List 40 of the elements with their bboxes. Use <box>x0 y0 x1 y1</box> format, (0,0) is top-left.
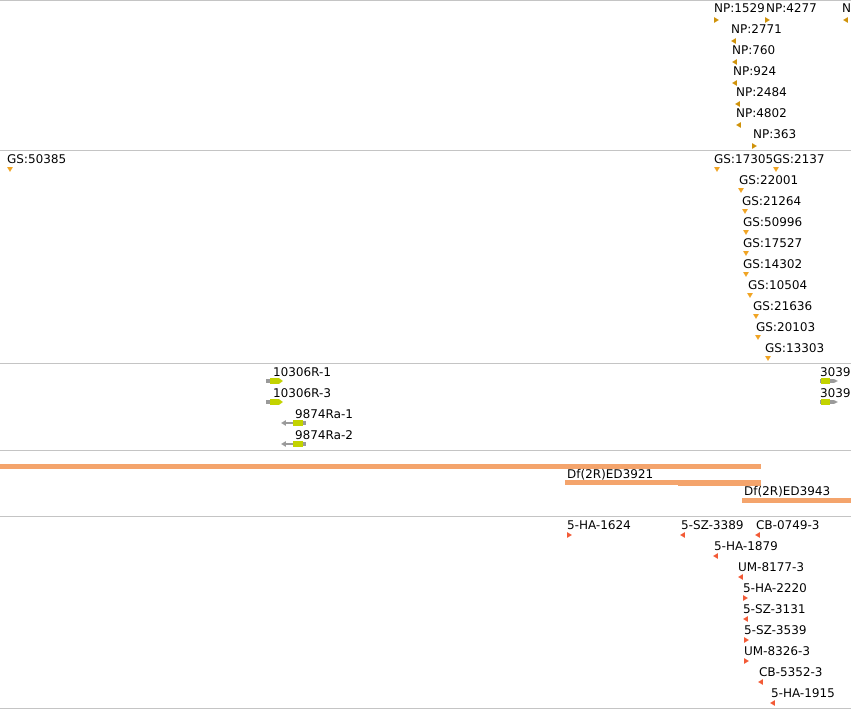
marker-label: NP:4277 <box>766 2 817 14</box>
marker-label: GS:50996 <box>743 216 802 228</box>
marker-label: UM-8326-3 <box>744 645 810 657</box>
marker-label: GS:22001 <box>739 174 798 186</box>
marker-label: CB-0749-3 <box>756 519 820 531</box>
marker-label: GS:17527 <box>743 237 802 249</box>
marker-label: 5-SZ-3539 <box>744 624 806 636</box>
marker-label: GS:10504 <box>748 279 808 291</box>
marker-label: 5-HA-1879 <box>714 540 778 552</box>
marker-label: GS:2137 <box>773 153 824 165</box>
marker-label: N <box>842 2 851 14</box>
marker-label: NP:2771 <box>731 23 782 35</box>
marker-label: NP:1529 <box>714 2 765 14</box>
marker-label: 5-SZ-3389 <box>681 519 744 531</box>
marker-label: GS:20103 <box>756 321 816 333</box>
amplicon-label: 9874Ra-1 <box>295 408 353 420</box>
marker-label: NP:924 <box>733 65 776 77</box>
amplicon-label: 3039 <box>820 366 851 378</box>
amplicon-label: 9874Ra-2 <box>295 429 353 441</box>
marker-label: GS:21636 <box>753 300 812 312</box>
marker-label: GS:14302 <box>743 258 802 270</box>
marker-label: NP:760 <box>732 44 776 56</box>
deletion-label: Df(2R)ED3943 <box>744 486 830 497</box>
marker-label: CB-5352-3 <box>759 666 822 678</box>
amplicon-label: 3039 <box>820 387 851 399</box>
marker-label: GS:17305 <box>714 153 774 165</box>
marker-label: GS:13303 <box>765 342 824 354</box>
marker-label: 5-HA-1915 <box>771 687 835 699</box>
amplicon-label: 10306R-3 <box>273 387 331 399</box>
amplicon-label: 10306R-1 <box>273 366 331 378</box>
deletion-label: Df(2R)ED3921 <box>567 469 654 480</box>
marker-label: NP:2484 <box>736 86 787 98</box>
marker-label: UM-8177-3 <box>738 561 804 573</box>
marker-label: GS:21264 <box>742 195 802 207</box>
marker-label: 5-HA-2220 <box>743 582 807 594</box>
marker-label: 5-HA-1624 <box>567 519 631 531</box>
marker-label: GS:50385 <box>7 153 66 165</box>
marker-label: NP:4802 <box>736 107 787 119</box>
marker-label: 5-SZ-3131 <box>743 603 806 615</box>
marker-label: NP:363 <box>753 128 796 140</box>
